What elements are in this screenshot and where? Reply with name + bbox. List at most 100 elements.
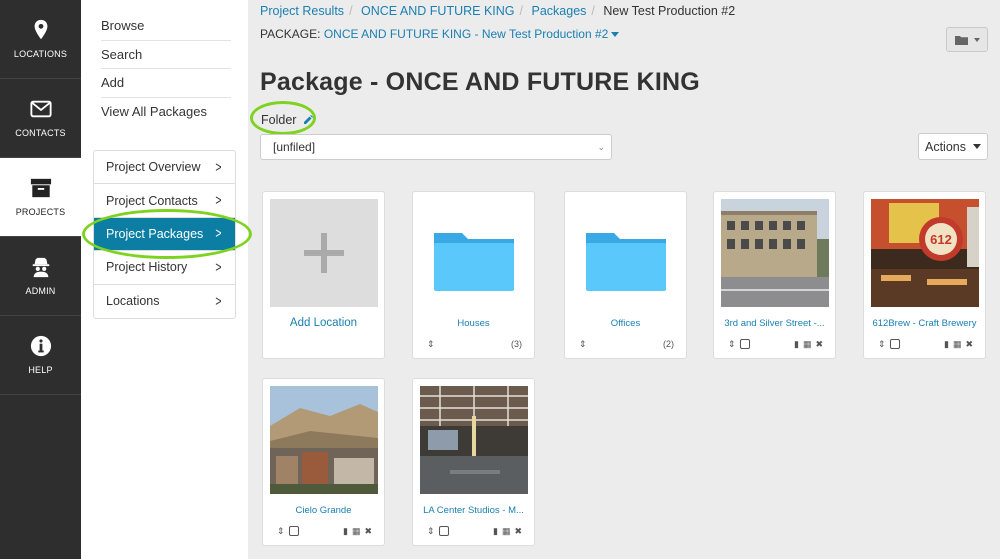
breadcrumb: Project Results / ONCE AND FUTURE KING / P…	[260, 4, 735, 18]
folder-thumb[interactable]	[420, 199, 528, 307]
grid-view-icon[interactable]: ▦	[953, 339, 962, 350]
folder-menu-button[interactable]	[946, 27, 988, 52]
project-nav-packages[interactable]: Project Packages >	[94, 217, 235, 252]
document-icon[interactable]: ▮	[944, 339, 949, 350]
location-photo[interactable]	[420, 386, 528, 494]
chevron-right-icon: >	[215, 192, 222, 210]
spy-agent-icon	[32, 257, 49, 278]
submenu-search-link[interactable]: Search	[101, 41, 231, 69]
sort-handle-icon[interactable]: ⇕	[579, 339, 587, 350]
breadcrumb-project-results[interactable]: Project Results	[260, 4, 344, 18]
document-icon[interactable]: ▮	[343, 526, 348, 537]
location-card[interactable]: 612 612Brew - Craft Brewery ⇕ ▮ ▦ ✖	[863, 191, 986, 359]
map-marker-icon	[34, 19, 47, 40]
select-checkbox[interactable]	[438, 526, 449, 536]
project-nav-contacts[interactable]: Project Contacts >	[94, 184, 235, 218]
item-count: (2)	[663, 339, 674, 349]
location-photo[interactable]	[270, 386, 378, 494]
chevron-right-icon: >	[215, 292, 222, 310]
remove-icon[interactable]: ✖	[514, 526, 522, 537]
folder-icon	[434, 233, 514, 291]
building-photo	[721, 199, 829, 307]
main-content: Project Results / ONCE AND FUTURE KING / P…	[248, 0, 1000, 559]
actions-label: Actions	[925, 139, 966, 154]
submenu-browse-link[interactable]: Browse	[101, 12, 231, 41]
submenu-links: Browse Search Add View All Packages	[101, 12, 231, 126]
project-nav-label: Project Overview	[106, 160, 201, 175]
brewery-photo: 612	[871, 199, 979, 307]
folder-card-houses[interactable]: Houses ⇕ (3)	[412, 191, 535, 359]
grid-view-icon[interactable]: ▦	[502, 526, 511, 537]
submenu-add-link[interactable]: Add	[101, 69, 231, 98]
sort-handle-icon[interactable]: ⇕	[277, 526, 285, 537]
chevron-right-icon: >	[215, 158, 222, 176]
folder-card-offices[interactable]: Offices ⇕ (2)	[564, 191, 687, 359]
project-nav-label: Project Packages	[106, 226, 204, 241]
sort-handle-icon[interactable]: ⇕	[878, 339, 886, 350]
grid-view-icon[interactable]: ▦	[803, 339, 812, 350]
caret-down-icon	[973, 37, 980, 42]
folder-select[interactable]: [unfiled] ⌄	[260, 134, 612, 160]
add-location-label[interactable]: Add Location	[263, 317, 384, 329]
folder-name[interactable]: Houses	[413, 318, 534, 329]
card-tools: ⇕ ▮ ▦ ✖	[277, 524, 372, 538]
folder-name[interactable]: Offices	[565, 318, 686, 329]
package-prefix: PACKAGE:	[260, 27, 321, 41]
location-name[interactable]: 3rd and Silver Street -...	[714, 318, 835, 329]
package-selector: PACKAGE: ONCE AND FUTURE KING - New Test…	[260, 27, 620, 41]
remove-icon[interactable]: ✖	[364, 526, 372, 537]
location-card[interactable]: Cielo Grande ⇕ ▮ ▦ ✖	[262, 378, 385, 546]
package-dropdown-link[interactable]: ONCE AND FUTURE KING - New Test Producti…	[324, 27, 620, 41]
svg-text:612: 612	[930, 232, 952, 247]
select-checkbox[interactable]	[288, 526, 299, 536]
breadcrumb-separator: /	[591, 4, 595, 18]
main-nav-rail: LOCATIONS CONTACTS PROJECTS ADMIN HELP	[0, 0, 81, 559]
sort-handle-icon[interactable]: ⇕	[728, 339, 736, 350]
project-nav-overview[interactable]: Project Overview >	[94, 151, 235, 185]
select-checkbox[interactable]	[739, 339, 750, 349]
package-name: ONCE AND FUTURE KING - New Test Producti…	[323, 27, 609, 41]
location-name[interactable]: 612Brew - Craft Brewery	[864, 318, 985, 329]
nav-admin[interactable]: ADMIN	[0, 237, 81, 316]
location-photo[interactable]	[721, 199, 829, 307]
nav-projects[interactable]: PROJECTS	[0, 158, 81, 237]
remove-icon[interactable]: ✖	[965, 339, 973, 350]
add-location-card[interactable]: Add Location	[262, 191, 385, 359]
location-card[interactable]: 3rd and Silver Street -... ⇕ ▮ ▦ ✖	[713, 191, 836, 359]
nav-help[interactable]: HELP	[0, 316, 81, 395]
document-icon[interactable]: ▮	[493, 526, 498, 537]
nav-contacts[interactable]: CONTACTS	[0, 79, 81, 158]
grid-view-icon[interactable]: ▦	[352, 526, 361, 537]
location-card[interactable]: LA Center Studios - M... ⇕ ▮ ▦ ✖	[412, 378, 535, 546]
project-nav-label: Project Contacts	[106, 193, 198, 208]
sort-handle-icon[interactable]: ⇕	[427, 339, 435, 350]
caret-down-icon	[973, 144, 981, 149]
chevron-right-icon: >	[215, 258, 222, 276]
document-icon[interactable]: ▮	[794, 339, 799, 350]
submenu-view-all-packages-link[interactable]: View All Packages	[101, 98, 231, 127]
location-name[interactable]: Cielo Grande	[263, 505, 384, 516]
folder-thumb[interactable]	[572, 199, 680, 307]
add-location-tile[interactable]	[270, 199, 378, 307]
project-nav-history[interactable]: Project History >	[94, 251, 235, 285]
remove-icon[interactable]: ✖	[815, 339, 823, 350]
nav-label: ADMIN	[25, 286, 56, 296]
nav-locations[interactable]: LOCATIONS	[0, 0, 81, 79]
location-name[interactable]: LA Center Studios - M...	[413, 505, 534, 516]
plus-icon	[304, 233, 344, 273]
pencil-edit-icon[interactable]	[303, 115, 313, 125]
breadcrumb-packages[interactable]: Packages	[532, 4, 587, 18]
actions-dropdown-button[interactable]: Actions	[918, 133, 988, 160]
sort-handle-icon[interactable]: ⇕	[427, 526, 435, 537]
select-checkbox[interactable]	[889, 339, 900, 349]
project-nav-label: Project History	[106, 260, 188, 275]
item-count: (3)	[511, 339, 522, 349]
nav-label: LOCATIONS	[13, 49, 68, 59]
archive-box-icon	[30, 178, 51, 198]
location-photo[interactable]: 612	[871, 199, 979, 307]
chevron-down-icon: ⌄	[597, 142, 605, 152]
nav-label: HELP	[28, 365, 53, 375]
breadcrumb-project[interactable]: ONCE AND FUTURE KING	[361, 4, 515, 18]
card-tools: ⇕ ▮ ▦ ✖	[427, 524, 522, 538]
project-nav-locations[interactable]: Locations >	[94, 285, 235, 318]
